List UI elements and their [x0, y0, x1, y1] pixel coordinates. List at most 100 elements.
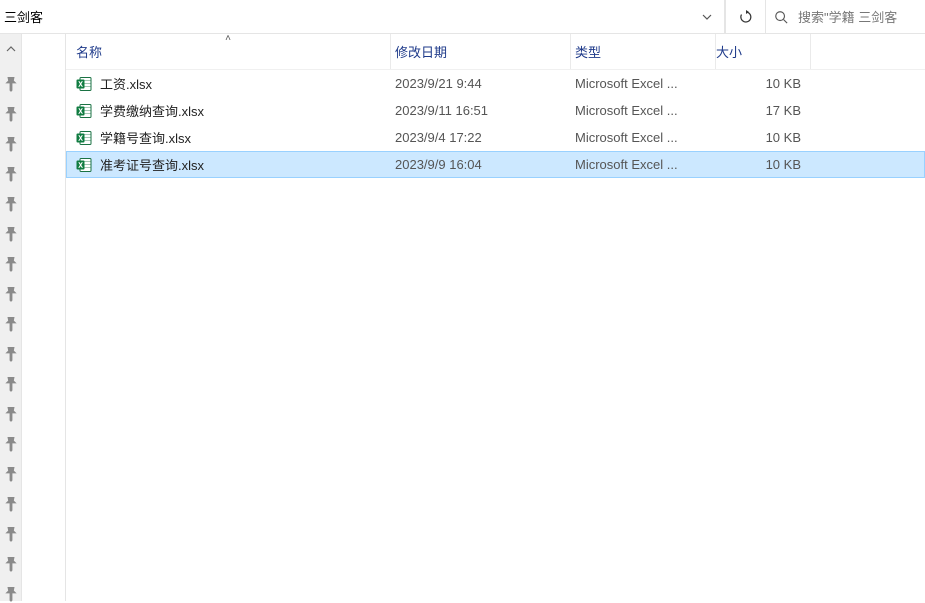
file-date-cell: 2023/9/21 9:44: [391, 76, 571, 91]
pin-icon: [0, 311, 22, 334]
pinned-item[interactable]: [3, 494, 19, 510]
pin-icon: [0, 161, 22, 184]
column-header-name[interactable]: 名称 ˄: [66, 34, 391, 69]
file-type-label: Microsoft Excel ...: [575, 103, 678, 118]
file-date-label: 2023/9/11 16:51: [395, 103, 488, 118]
file-type-label: Microsoft Excel ...: [575, 130, 678, 145]
sort-ascending-icon: ˄: [225, 34, 231, 44]
pinned-item[interactable]: [3, 164, 19, 180]
file-size-label: 10 KB: [766, 76, 801, 91]
excel-icon: [76, 103, 92, 119]
file-type-cell: Microsoft Excel ...: [571, 76, 716, 91]
excel-icon: [76, 157, 92, 173]
pin-icon: [0, 281, 22, 304]
pinned-item[interactable]: [3, 224, 19, 240]
pinned-item[interactable]: [3, 314, 19, 330]
file-type-cell: Microsoft Excel ...: [571, 103, 716, 118]
file-rows: 工资.xlsx 2023/9/21 9:44 Microsoft Excel ...…: [66, 70, 925, 178]
scroll-up-button[interactable]: [0, 40, 21, 58]
pin-icon: [0, 341, 22, 364]
file-row[interactable]: 学费缴纳查询.xlsx 2023/9/11 16:51 Microsoft Exce…: [66, 97, 925, 124]
pinned-item[interactable]: [3, 74, 19, 90]
pin-icon: [0, 401, 22, 424]
file-name-cell: 准考证号查询.xlsx: [66, 155, 391, 174]
column-header-date[interactable]: 修改日期: [391, 34, 571, 69]
file-date-cell: 2023/9/11 16:51: [391, 103, 571, 118]
pin-icon: [0, 461, 22, 484]
pinned-item[interactable]: [3, 104, 19, 120]
file-type-label: Microsoft Excel ...: [575, 157, 678, 172]
search-box[interactable]: 搜索"学籍 三剑客: [765, 0, 925, 33]
excel-icon: [76, 130, 92, 146]
file-size-label: 17 KB: [766, 103, 801, 118]
column-header-type-label: 类型: [575, 42, 601, 61]
pin-icon: [0, 581, 22, 603]
file-date-label: 2023/9/9 16:04: [395, 157, 482, 172]
column-header-size-label: 大小: [716, 42, 742, 61]
file-row[interactable]: 学籍号查询.xlsx 2023/9/4 17:22 Microsoft Excel …: [66, 124, 925, 151]
file-row[interactable]: 准考证号查询.xlsx 2023/9/9 16:04 Microsoft Excel…: [66, 151, 925, 178]
refresh-button[interactable]: [725, 0, 765, 33]
column-header-type[interactable]: 类型: [571, 34, 716, 69]
breadcrumb-dropdown-button[interactable]: [690, 11, 724, 23]
toolbar: 三剑客 搜索"学籍 三剑客: [0, 0, 925, 34]
pin-list: [3, 74, 19, 600]
pin-icon: [0, 71, 22, 94]
file-name-label: 工资.xlsx: [100, 74, 152, 93]
pin-icon: [0, 191, 22, 214]
file-type-cell: Microsoft Excel ...: [571, 130, 716, 145]
file-name-label: 准考证号查询.xlsx: [100, 155, 204, 174]
pin-icon: [0, 131, 22, 154]
chevron-up-icon: [6, 44, 16, 54]
pin-icon: [0, 101, 22, 124]
pin-icon: [0, 251, 22, 274]
file-date-cell: 2023/9/9 16:04: [391, 157, 571, 172]
chevron-down-icon: [701, 11, 713, 23]
search-icon: [774, 10, 788, 24]
excel-icon: [76, 76, 92, 92]
file-size-cell: 17 KB: [716, 103, 811, 118]
column-header-date-label: 修改日期: [395, 42, 447, 61]
file-date-label: 2023/9/4 17:22: [395, 130, 482, 145]
file-size-cell: 10 KB: [716, 76, 811, 91]
pinned-item[interactable]: [3, 434, 19, 450]
file-name-cell: 学费缴纳查询.xlsx: [66, 101, 391, 120]
column-header-name-label: 名称: [76, 42, 102, 61]
file-date-label: 2023/9/21 9:44: [395, 76, 482, 91]
pinned-item[interactable]: [3, 524, 19, 540]
file-size-label: 10 KB: [766, 130, 801, 145]
nav-tree-collapsed[interactable]: [22, 34, 66, 601]
file-row[interactable]: 工资.xlsx 2023/9/21 9:44 Microsoft Excel ...…: [66, 70, 925, 97]
file-list: 名称 ˄ 修改日期 类型 大小 工资.xlsx 2023/9/21 9:44 Mic…: [66, 34, 925, 601]
file-size-cell: 10 KB: [716, 130, 811, 145]
column-header-row: 名称 ˄ 修改日期 类型 大小: [66, 34, 925, 70]
pinned-item[interactable]: [3, 284, 19, 300]
search-placeholder: 搜索"学籍 三剑客: [798, 7, 897, 26]
file-type-cell: Microsoft Excel ...: [571, 157, 716, 172]
file-date-cell: 2023/9/4 17:22: [391, 130, 571, 145]
pinned-item[interactable]: [3, 554, 19, 570]
pinned-item[interactable]: [3, 584, 19, 600]
pinned-item[interactable]: [3, 194, 19, 210]
pin-icon: [0, 431, 22, 454]
file-size-label: 10 KB: [766, 157, 801, 172]
file-name-cell: 工资.xlsx: [66, 74, 391, 93]
pinned-item[interactable]: [3, 134, 19, 150]
pinned-item[interactable]: [3, 464, 19, 480]
breadcrumb-text: 三剑客: [4, 7, 43, 26]
file-type-label: Microsoft Excel ...: [575, 76, 678, 91]
pinned-item[interactable]: [3, 404, 19, 420]
quick-access-strip: [0, 34, 22, 601]
pinned-item[interactable]: [3, 254, 19, 270]
pinned-item[interactable]: [3, 374, 19, 390]
file-name-label: 学籍号查询.xlsx: [100, 128, 191, 147]
pin-icon: [0, 551, 22, 574]
pin-icon: [0, 491, 22, 514]
breadcrumb-area[interactable]: 三剑客: [0, 0, 725, 33]
file-name-label: 学费缴纳查询.xlsx: [100, 101, 204, 120]
file-name-cell: 学籍号查询.xlsx: [66, 128, 391, 147]
column-header-size[interactable]: 大小: [716, 34, 811, 69]
file-size-cell: 10 KB: [716, 157, 811, 172]
pinned-item[interactable]: [3, 344, 19, 360]
content-area: 名称 ˄ 修改日期 类型 大小 工资.xlsx 2023/9/21 9:44 Mic…: [0, 34, 925, 601]
